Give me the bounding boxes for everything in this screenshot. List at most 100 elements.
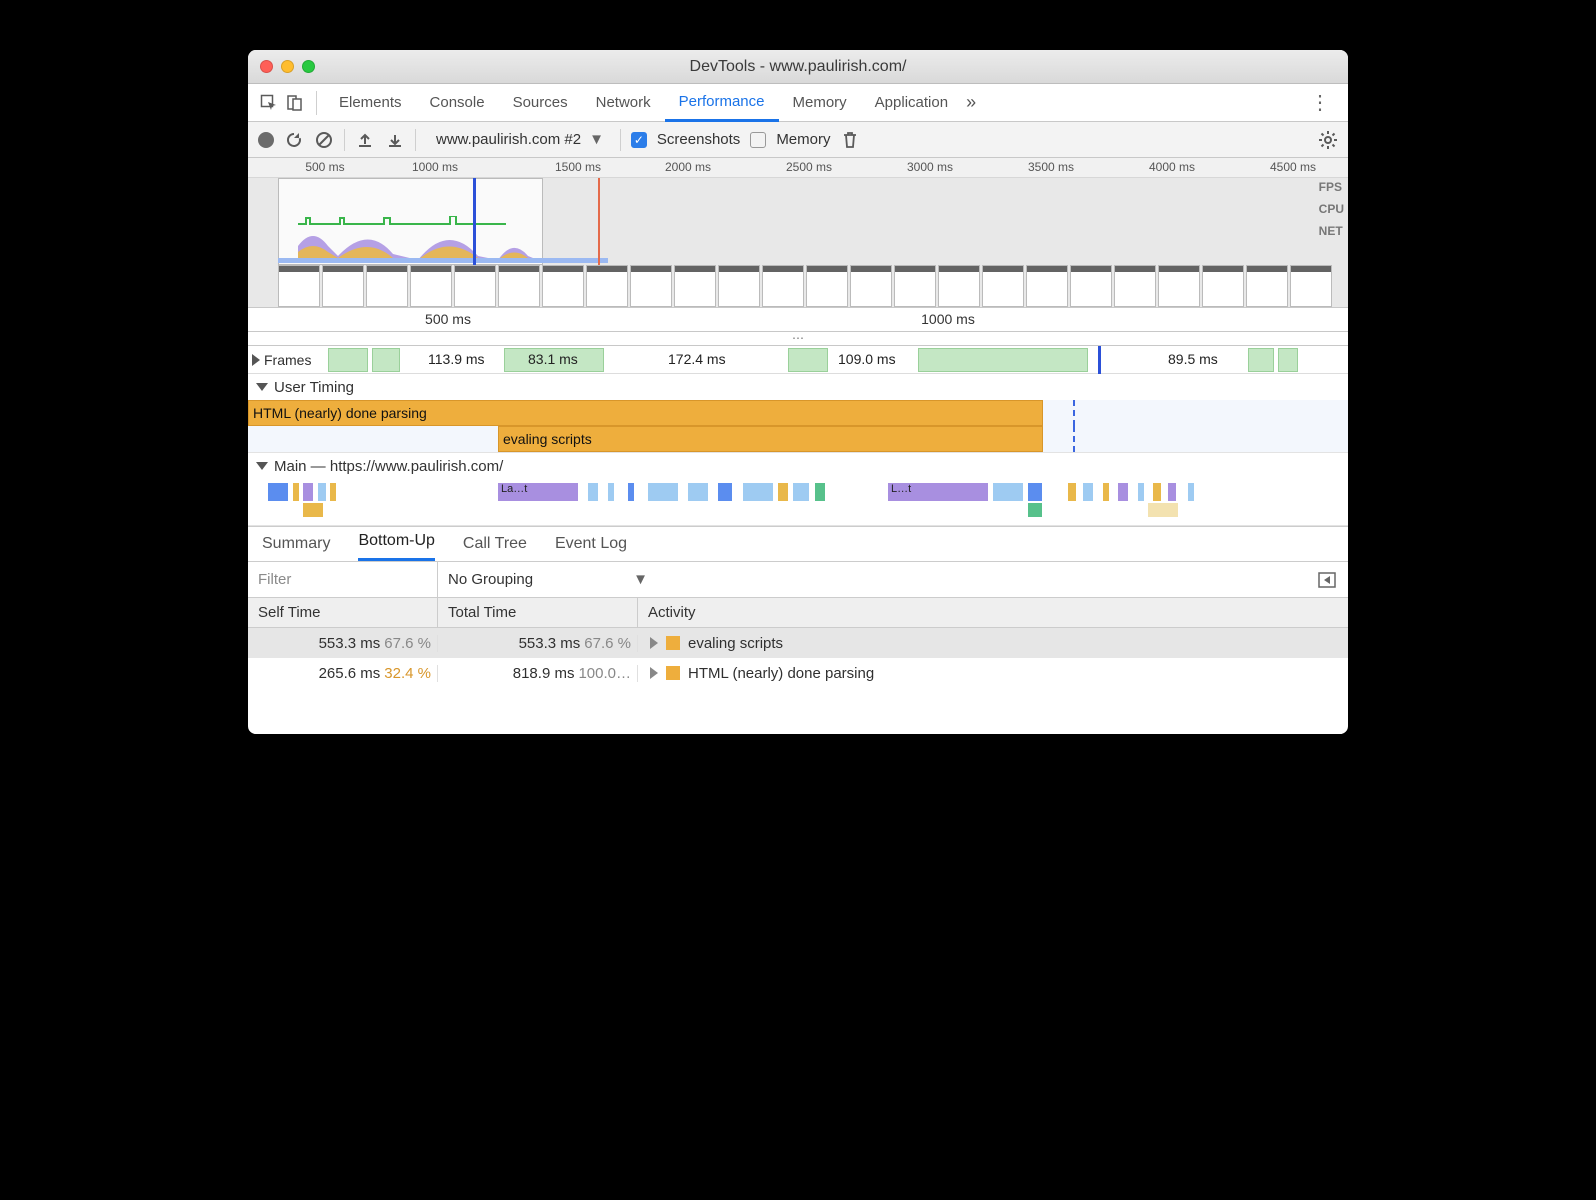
- panel-tabs: Elements Console Sources Network Perform…: [248, 84, 1348, 122]
- frames-track[interactable]: Frames 113.9 ms 83.1 ms 172.4 ms 109.0 m…: [248, 346, 1348, 374]
- memory-label: Memory: [776, 131, 830, 148]
- separator: [415, 129, 416, 151]
- device-toolbar-icon[interactable]: [282, 90, 308, 116]
- frame-time: 172.4 ms: [668, 351, 726, 367]
- collapse-details-icon[interactable]: [1306, 572, 1348, 588]
- frame-time: 109.0 ms: [838, 351, 896, 367]
- self-time-pct: 67.6 %: [384, 635, 431, 652]
- user-timing-track[interactable]: User Timing HTML (nearly) done parsing e…: [248, 374, 1348, 453]
- reload-icon[interactable]: [284, 130, 304, 150]
- table-row[interactable]: 265.6 ms32.4 % 818.9 ms100.0… HTML (near…: [248, 658, 1348, 688]
- clear-icon[interactable]: [314, 130, 334, 150]
- ruler-tick: 2000 ms: [665, 160, 711, 174]
- load-profile-icon[interactable]: [355, 130, 375, 150]
- tab-console[interactable]: Console: [416, 84, 499, 122]
- separator: [620, 129, 621, 151]
- tab-event-log[interactable]: Event Log: [555, 535, 627, 561]
- dashed-marker: [1073, 400, 1075, 426]
- user-timing-bar-label: evaling scripts: [503, 431, 592, 447]
- user-timing-label: User Timing: [274, 379, 354, 396]
- ruler-tick: 500 ms: [305, 160, 344, 174]
- inspect-element-icon[interactable]: [256, 90, 282, 116]
- tab-elements[interactable]: Elements: [325, 84, 416, 122]
- tab-application[interactable]: Application: [861, 84, 962, 122]
- expand-row-icon[interactable]: [650, 637, 658, 649]
- window-title: DevTools - www.paulirish.com/: [248, 58, 1348, 76]
- total-time-pct: 100.0…: [578, 665, 631, 682]
- settings-kebab-icon[interactable]: ⋮: [1300, 90, 1340, 115]
- record-button-icon[interactable]: [258, 132, 274, 148]
- self-time-pct: 32.4 %: [384, 665, 431, 682]
- user-timing-bar[interactable]: evaling scripts: [498, 426, 1043, 452]
- frames-label: Frames: [264, 352, 311, 368]
- table-row[interactable]: 553.3 ms67.6 % 553.3 ms67.6 % evaling sc…: [248, 628, 1348, 658]
- expand-row-icon[interactable]: [650, 667, 658, 679]
- table-header: Self Time Total Time Activity: [248, 598, 1348, 628]
- collapse-main-icon[interactable]: [256, 462, 268, 470]
- filter-input[interactable]: Filter: [248, 562, 438, 598]
- chevron-down-icon: ▼: [589, 131, 604, 148]
- memory-checkbox[interactable]: [750, 132, 766, 148]
- ruler-tick: 3500 ms: [1028, 160, 1074, 174]
- self-time-value: 265.6 ms: [319, 665, 381, 682]
- recording-selector-label: www.paulirish.com #2: [436, 131, 581, 148]
- tab-sources[interactable]: Sources: [499, 84, 582, 122]
- frame-time: 83.1 ms: [528, 351, 578, 367]
- col-self-time[interactable]: Self Time: [248, 598, 438, 627]
- total-time-pct: 67.6 %: [584, 635, 631, 652]
- detail-ruler[interactable]: 500 ms 1000 ms: [248, 308, 1348, 332]
- tab-memory[interactable]: Memory: [779, 84, 861, 122]
- screenshots-checkbox[interactable]: ✓: [631, 132, 647, 148]
- self-time-value: 553.3 ms: [319, 635, 381, 652]
- tab-summary[interactable]: Summary: [262, 535, 330, 561]
- ruler-tick: 500 ms: [425, 311, 471, 327]
- activity-name: evaling scripts: [688, 635, 783, 652]
- timeline-overview[interactable]: 500 ms 1000 ms 1500 ms 2000 ms 2500 ms 3…: [248, 158, 1348, 308]
- tab-network[interactable]: Network: [582, 84, 665, 122]
- expand-frames-icon[interactable]: [252, 354, 260, 366]
- trash-icon[interactable]: [840, 130, 860, 150]
- main-thread-label: Main — https://www.paulirish.com/: [274, 458, 503, 475]
- flame-entry[interactable]: La…t: [498, 483, 578, 501]
- ruler-tick: 3000 ms: [907, 160, 953, 174]
- performance-toolbar: www.paulirish.com #2 ▼ ✓ Screenshots Mem…: [248, 122, 1348, 158]
- frame-time: 89.5 ms: [1168, 351, 1218, 367]
- collapsed-row-indicator[interactable]: ⋯: [248, 332, 1348, 346]
- main-thread-track[interactable]: Main — https://www.paulirish.com/ La…t L…: [248, 453, 1348, 526]
- table-body: 553.3 ms67.6 % 553.3 ms67.6 % evaling sc…: [248, 628, 1348, 728]
- activity-color-swatch: [666, 636, 680, 650]
- collapse-user-timing-icon[interactable]: [256, 383, 268, 391]
- user-timing-bar[interactable]: HTML (nearly) done parsing: [248, 400, 1043, 426]
- capture-settings-gear-icon[interactable]: [1318, 130, 1338, 150]
- cpu-area-chart: [298, 216, 538, 260]
- filter-row: Filter No Grouping ▼: [248, 562, 1348, 598]
- screenshots-label: Screenshots: [657, 131, 740, 148]
- ruler-tick: 4500 ms: [1270, 160, 1316, 174]
- user-timing-bar-label: HTML (nearly) done parsing: [253, 405, 427, 421]
- tab-performance[interactable]: Performance: [665, 84, 779, 122]
- flame-chart[interactable]: La…t L…t: [248, 479, 1348, 525]
- total-time-value: 553.3 ms: [519, 635, 581, 652]
- flame-entry[interactable]: L…t: [888, 483, 988, 501]
- col-total-time[interactable]: Total Time: [438, 598, 638, 627]
- grouping-select[interactable]: No Grouping ▼: [438, 571, 658, 588]
- titlebar: DevTools - www.paulirish.com/: [248, 50, 1348, 84]
- tab-bottom-up[interactable]: Bottom-Up: [358, 532, 434, 561]
- screenshot-thumbnails[interactable]: [278, 265, 1308, 307]
- details-tabs: Summary Bottom-Up Call Tree Event Log: [248, 526, 1348, 562]
- recording-selector[interactable]: www.paulirish.com #2 ▼: [426, 131, 610, 148]
- ruler-tick: 2500 ms: [786, 160, 832, 174]
- ruler-tick: 1000 ms: [412, 160, 458, 174]
- net-underline: [278, 258, 608, 263]
- frame-time: 113.9 ms: [428, 351, 485, 367]
- ruler-tick: 1000 ms: [921, 311, 975, 327]
- tab-call-tree[interactable]: Call Tree: [463, 535, 527, 561]
- dashed-marker: [1073, 426, 1075, 452]
- playhead-marker[interactable]: [1098, 346, 1101, 374]
- save-profile-icon[interactable]: [385, 130, 405, 150]
- label-net: NET: [1319, 224, 1344, 238]
- tabs-overflow-icon[interactable]: »: [966, 92, 976, 113]
- col-activity[interactable]: Activity: [638, 598, 1348, 627]
- chevron-down-icon: ▼: [633, 571, 648, 588]
- separator: [344, 129, 345, 151]
